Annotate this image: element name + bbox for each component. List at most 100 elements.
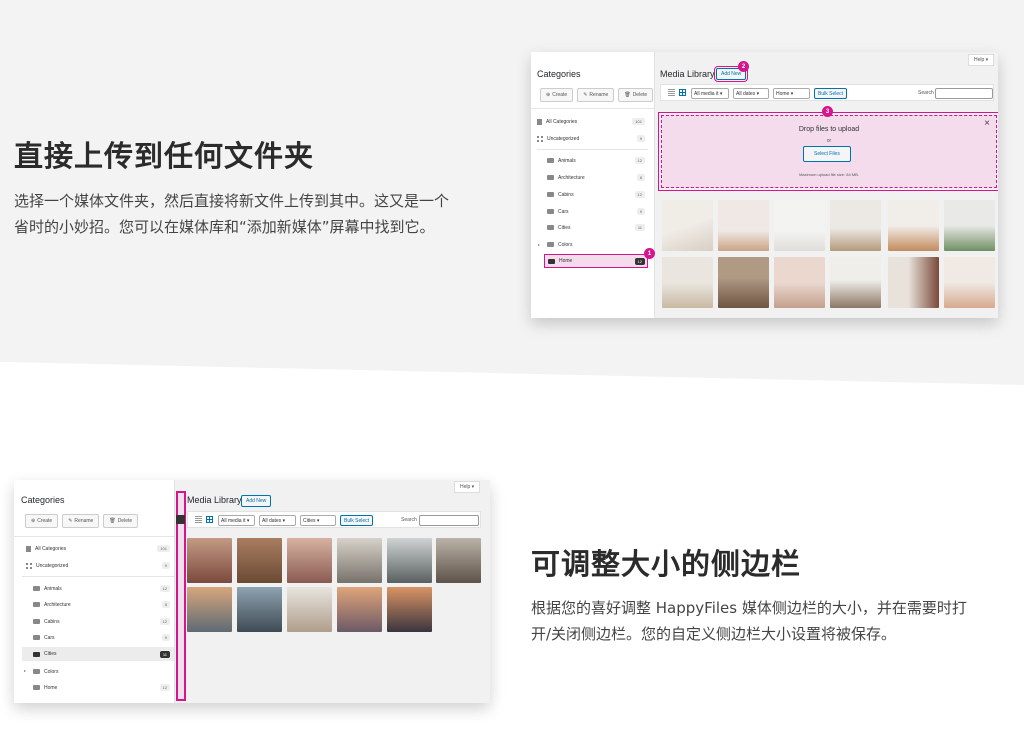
sidebar-item-all-categories[interactable]: All Categories 101 <box>537 115 645 128</box>
media-thumbnail[interactable] <box>830 257 881 308</box>
media-type-select[interactable]: All media it ▾ <box>218 515 255 526</box>
media-thumbnail[interactable] <box>387 587 432 632</box>
sidebar-item-cars[interactable]: Cars 9 <box>33 631 170 644</box>
sidebar-item-cities[interactable]: Cities 11 <box>22 647 174 661</box>
file-icon <box>26 545 31 552</box>
feature1-title: 直接上传到任何文件夹 <box>14 139 315 173</box>
feature2-title: 可调整大小的侧边栏 <box>531 547 802 581</box>
bulk-select-button[interactable]: Bulk Select <box>340 515 374 526</box>
sidebar-item-colors[interactable]: Colors <box>547 238 645 251</box>
add-new-button[interactable]: Add New <box>241 495 272 507</box>
sidebar-item-animals[interactable]: Animals 12 <box>33 582 170 595</box>
media-thumbnail[interactable] <box>187 538 232 583</box>
media-thumbnail[interactable] <box>718 257 769 308</box>
media-thumbnail[interactable] <box>237 587 282 632</box>
sidebar-item-cities[interactable]: Cities 11 <box>547 221 645 234</box>
delete-button[interactable]: 🗑 Delete <box>618 88 654 102</box>
list-view-icon[interactable] <box>195 516 202 523</box>
media-thumbnail[interactable] <box>237 538 282 583</box>
sidebar-item-cabins[interactable]: Cabins 12 <box>547 188 645 201</box>
sidebar-item-home[interactable]: Home 12 <box>544 254 648 268</box>
help-button[interactable]: Help ▾ <box>968 54 995 66</box>
media-thumbnail[interactable] <box>718 200 769 251</box>
search-label: Search <box>918 90 934 96</box>
media-thumbnail[interactable] <box>888 200 939 251</box>
sidebar-item-architecture[interactable]: Architecture 8 <box>33 598 170 611</box>
folder-icon <box>33 651 40 657</box>
expand-arrow-icon[interactable]: ▸ <box>24 668 26 673</box>
close-icon[interactable]: × <box>984 118 990 129</box>
dropzone-title: Drop files to upload <box>798 126 860 133</box>
media-thumbnail[interactable] <box>944 200 995 251</box>
folder-select[interactable]: Cities ▾ <box>300 515 336 526</box>
rename-button[interactable]: ✎ Rename <box>577 88 615 102</box>
sidebar-item-uncategorized[interactable]: Uncategorized 9 <box>26 559 170 572</box>
folder-icon <box>547 175 554 180</box>
select-files-button[interactable]: Select Files <box>803 146 851 162</box>
sidebar-toggle-button[interactable] <box>176 515 185 524</box>
grid-icon <box>537 135 543 142</box>
sidebar-item-cabins[interactable]: Cabins 12 <box>33 615 170 628</box>
grid-view-icon[interactable] <box>679 89 686 96</box>
trash-icon: 🗑 <box>624 92 631 98</box>
create-button[interactable]: ⊕ Create <box>540 88 574 102</box>
folder-icon <box>547 192 554 197</box>
media-thumbnail[interactable] <box>888 257 939 308</box>
divider <box>531 108 654 109</box>
upload-dropzone[interactable]: Drop files to upload or Select Files Max… <box>658 112 998 191</box>
grid-icon <box>26 562 32 569</box>
dropzone-or: or <box>826 138 832 144</box>
search-label: Search <box>401 517 417 523</box>
media-thumbnail[interactable] <box>774 257 825 308</box>
sidebar-item-cars[interactable]: Cars 9 <box>547 205 645 218</box>
folder-icon <box>548 258 555 264</box>
date-select[interactable]: All dates ▾ <box>259 515 296 526</box>
categories-toolbar: ⊕ Create ✎ Rename 🗑 Delete <box>25 514 139 528</box>
sidebar-item-architecture[interactable]: Architecture 8 <box>547 171 645 184</box>
media-type-select[interactable]: All media it ▾ <box>691 88 729 99</box>
media-thumbnail[interactable] <box>337 587 382 632</box>
step-badge-3: 3 <box>822 106 833 117</box>
sidebar-item-home[interactable]: Home 12 <box>33 681 170 694</box>
folder-icon <box>547 209 554 214</box>
categories-toolbar: ⊕ Create ✎ Rename 🗑 Delete <box>540 88 654 102</box>
search-input[interactable] <box>935 88 993 99</box>
media-thumbnail[interactable] <box>774 200 825 251</box>
grid-view-icon[interactable] <box>206 516 213 523</box>
media-thumbnail[interactable] <box>337 538 382 583</box>
pencil-icon: ✎ <box>583 92 588 98</box>
sidebar-item-all-categories[interactable]: All Categories 101 <box>26 542 170 555</box>
search-input[interactable] <box>419 515 479 526</box>
delete-button[interactable]: 🗑 Delete <box>103 514 139 528</box>
folder-icon <box>547 158 554 163</box>
bulk-select-button[interactable]: Bulk Select <box>814 88 848 99</box>
media-library-title: Media Library <box>187 495 242 505</box>
expand-arrow-icon[interactable]: ▸ <box>538 242 540 247</box>
folder-icon <box>33 619 40 624</box>
media-thumbnail[interactable] <box>944 257 995 308</box>
media-thumbnail[interactable] <box>662 200 713 251</box>
help-button[interactable]: Help ▾ <box>454 481 481 493</box>
media-thumbnail[interactable] <box>436 538 481 583</box>
folder-icon <box>33 635 40 640</box>
sidebar-item-colors[interactable]: Colors <box>33 665 170 678</box>
media-thumbnail[interactable] <box>287 538 332 583</box>
folder-select[interactable]: Home ▾ <box>773 88 810 99</box>
media-library-screenshot-resize: Help ▾ Categories ⊕ Create ✎ Rename 🗑 Delet… <box>14 480 490 703</box>
rename-button[interactable]: ✎ Rename <box>62 514 100 528</box>
trash-icon: 🗑 <box>109 518 116 524</box>
media-thumbnail[interactable] <box>287 587 332 632</box>
media-thumbnail[interactable] <box>662 257 713 308</box>
media-thumbnail[interactable] <box>830 200 881 251</box>
feature2-description: 根据您的喜好调整 HappyFiles 媒体侧边栏的大小，并在需要时打 开/关闭… <box>531 599 967 643</box>
sidebar-item-animals[interactable]: Animals 12 <box>547 154 645 167</box>
date-select[interactable]: All dates ▾ <box>733 88 769 99</box>
folder-icon <box>33 669 40 674</box>
create-button[interactable]: ⊕ Create <box>25 514 59 528</box>
sidebar-item-uncategorized[interactable]: Uncategorized 9 <box>537 132 645 145</box>
list-view-icon[interactable] <box>668 89 675 96</box>
media-thumbnail[interactable] <box>387 538 432 583</box>
divider <box>537 149 648 150</box>
media-thumbnail[interactable] <box>187 587 232 632</box>
file-icon <box>537 118 542 125</box>
